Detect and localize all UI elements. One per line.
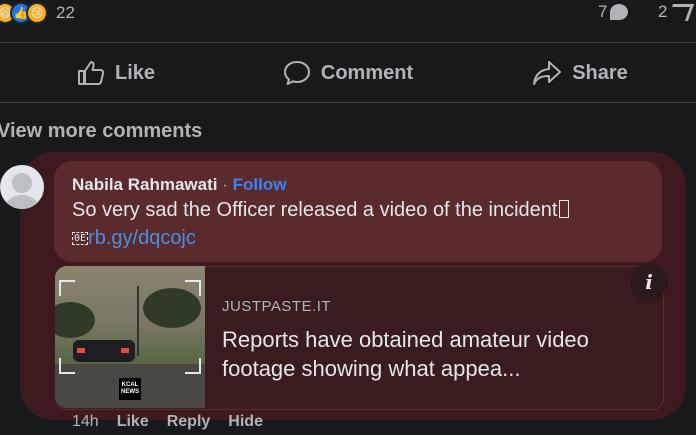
share-count[interactable]: 2 (658, 2, 695, 22)
avatar-body (4, 195, 40, 209)
pole-shape (137, 286, 139, 356)
comment-text-line: So very sad the Officer released a video… (72, 199, 570, 222)
comment-hide-button[interactable]: Hide (228, 413, 263, 431)
comment-bubble-icon (610, 4, 629, 20)
comment-reply-button[interactable]: Reply (167, 413, 211, 431)
missing-glyph-box (559, 200, 570, 218)
avatar[interactable] (0, 165, 44, 209)
share-icon (533, 61, 562, 85)
comment-like-button[interactable]: Like (117, 413, 149, 431)
share-button[interactable]: Share (464, 44, 696, 102)
view-more-comments-link[interactable]: View more comments (0, 120, 202, 143)
comment-meta: 14h Like Reply Hide (72, 413, 263, 431)
info-icon[interactable]: i (630, 263, 668, 301)
comment-text: So very sad the Officer released a video… (72, 199, 558, 221)
follow-button[interactable]: Follow (233, 175, 287, 194)
care-reaction-icon: 😢 (26, 2, 48, 24)
tree-shape (55, 302, 95, 338)
frame-corner (185, 280, 201, 296)
frame-corner (59, 358, 75, 374)
comment-button[interactable]: Comment (232, 44, 464, 102)
avatar-head (12, 173, 32, 193)
share-count-value: 2 (658, 2, 668, 21)
tail-light (121, 348, 129, 353)
speech-bubble-icon (283, 61, 310, 85)
comment-count[interactable]: 7 (598, 2, 629, 22)
comment-link[interactable]: rb.gy/dqcojc (88, 227, 196, 249)
tail-light (77, 348, 85, 353)
like-button[interactable]: Like (0, 44, 232, 102)
comment-author[interactable]: Nabila Rahmawati (72, 175, 218, 194)
share-arrow-icon (667, 3, 695, 21)
reactions-summary[interactable]: 😆 👍 😢 22 (0, 0, 75, 26)
frame-corner (185, 358, 201, 374)
like-label: Like (114, 61, 156, 84)
thumbs-up-icon (77, 61, 105, 85)
comment-header: Nabila Rahmawati · Follow (72, 175, 286, 195)
missing-glyph-box: 0E (72, 232, 89, 245)
comment-link-line: 0E rb.gy/dqcojc (72, 227, 196, 250)
comment-count-value: 7 (598, 2, 608, 21)
preview-thumbnail[interactable]: KCAL NEWS (55, 266, 205, 408)
preview-domain: JUSTPASTE.IT (222, 298, 332, 315)
comment-time[interactable]: 14h (72, 413, 99, 431)
preview-title[interactable]: Reports have obtained amateur video foot… (222, 325, 642, 383)
reaction-count: 22 (56, 3, 75, 22)
divider-bottom (0, 102, 696, 103)
share-label: Share (572, 61, 628, 84)
comment-label: Comment (320, 61, 414, 84)
post-action-bar: Like Comment Share (0, 44, 696, 102)
frame-corner (59, 280, 75, 296)
separator-dot: · (222, 175, 228, 194)
divider-top (0, 42, 696, 43)
news-logo: KCAL NEWS (119, 378, 141, 400)
